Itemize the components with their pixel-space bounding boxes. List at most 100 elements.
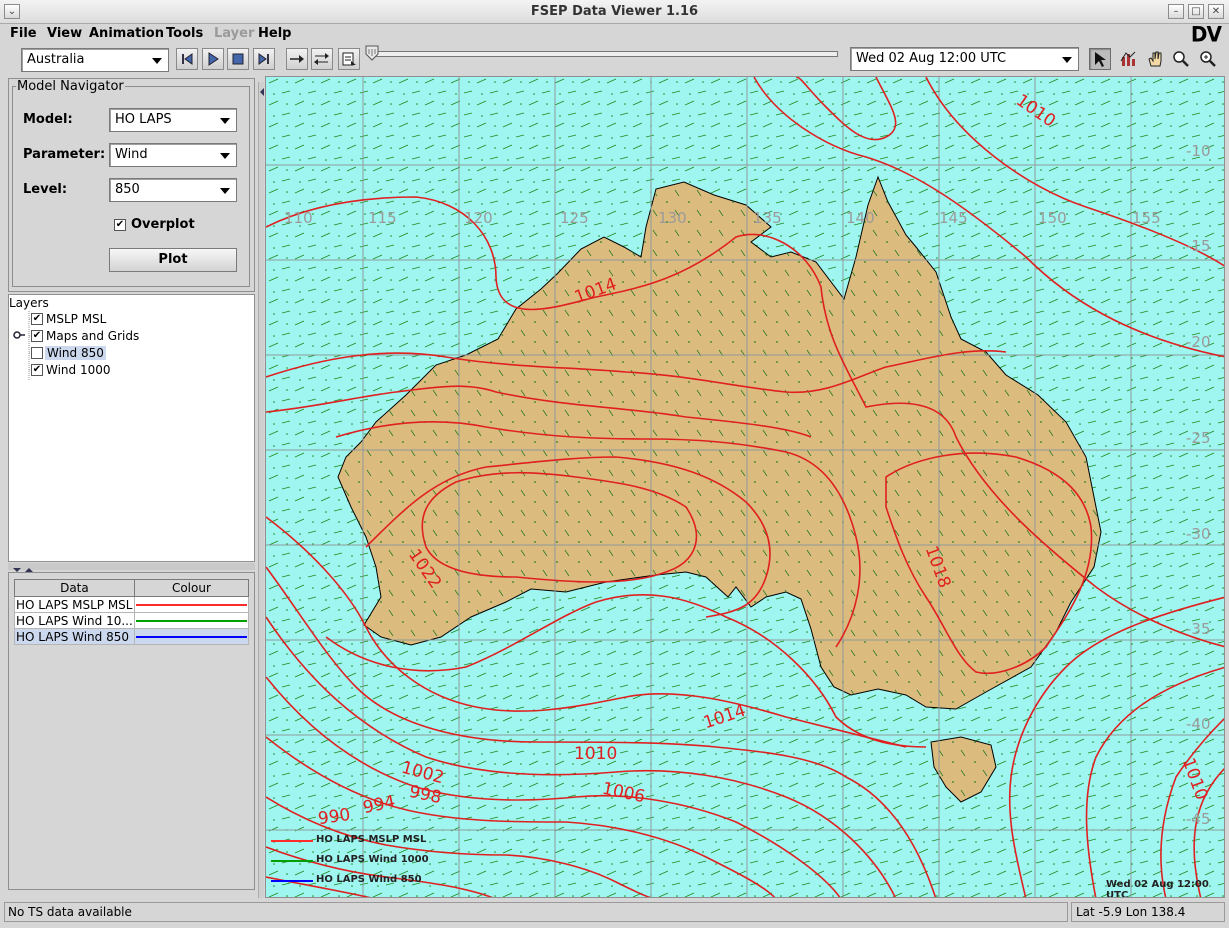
menu-layer: Layer (214, 26, 255, 41)
chevron-down-icon (1062, 57, 1072, 63)
minimize-icon[interactable]: – (1168, 4, 1184, 19)
step-forward-button[interactable] (253, 48, 275, 70)
step-back-button[interactable] (176, 48, 198, 70)
level-label: Level: (23, 182, 68, 197)
column-header-colour[interactable]: Colour (133, 579, 250, 597)
vertical-splitter[interactable] (258, 82, 264, 898)
layer-label-wind-1000[interactable]: Wind 1000 (46, 363, 111, 377)
menu-bar: File View Animation Tools Layer Help DV (0, 21, 1229, 47)
zoom-in-icon (1200, 51, 1216, 67)
lon-label: 115 (368, 209, 397, 227)
column-header-data[interactable]: Data (14, 579, 135, 597)
model-select[interactable]: HO LAPS (109, 108, 237, 132)
parameter-select-value: Wind (115, 147, 148, 162)
table-row[interactable]: HO LAPS Wind 850 (14, 628, 250, 645)
lon-label: 145 (939, 209, 968, 227)
model-navigator-panel: Model Navigator Model: HO LAPS Parameter… (8, 78, 255, 292)
table-row[interactable]: HO LAPS Wind 10... (14, 612, 250, 629)
maximize-icon[interactable]: □ (1188, 4, 1204, 19)
menu-help[interactable]: Help (258, 26, 291, 41)
menu-view[interactable]: View (47, 26, 82, 41)
status-bar: No TS data available Lat -5.9 Lon 138.4 (0, 900, 1229, 928)
animation-slider-thumb[interactable] (365, 45, 379, 61)
play-button[interactable] (202, 48, 224, 70)
data-name-cell: HO LAPS Wind 10... (14, 612, 135, 629)
model-label: Model: (23, 112, 73, 127)
chevron-down-icon (220, 118, 230, 124)
overplot-label: Overplot (131, 217, 195, 232)
model-select-value: HO LAPS (115, 112, 172, 127)
toolbar: Australia Wed 02 Aug 12:00 UTC (0, 44, 1229, 76)
layer-label-wind-850[interactable]: Wind 850 (45, 346, 106, 360)
layers-tree: Layers ✔ MSLP MSL ✔ Maps and Grids Wind … (8, 294, 255, 562)
loop-swap-button[interactable] (311, 48, 333, 70)
lon-label: 140 (846, 209, 875, 227)
layer-label-maps-grids[interactable]: Maps and Grids (46, 329, 139, 343)
chart-icon (1120, 51, 1136, 66)
lon-label: 125 (560, 209, 589, 227)
play-icon (208, 52, 219, 66)
layer-checkbox-wind-850[interactable] (31, 347, 43, 359)
lat-label: -40 (1186, 715, 1211, 733)
loop-forward-icon (290, 55, 304, 63)
chart-tool-button[interactable] (1117, 48, 1139, 70)
level-select-value: 850 (115, 182, 140, 197)
region-select[interactable]: Australia (21, 48, 169, 72)
layers-title: Layers (9, 296, 49, 310)
lat-label: -10 (1186, 142, 1211, 160)
datetime-select-value: Wed 02 Aug 12:00 UTC (856, 51, 1007, 66)
pointer-tool-button[interactable] (1089, 48, 1111, 70)
chevron-down-icon (152, 58, 162, 64)
parameter-label: Parameter: (23, 147, 106, 162)
zoom-in-tool-button[interactable] (1197, 48, 1219, 70)
animation-slider-track[interactable] (370, 51, 838, 57)
colour-swatch[interactable] (133, 596, 250, 613)
lat-label: -20 (1186, 333, 1211, 351)
dv-logo: DV (1190, 21, 1222, 47)
chevron-down-icon (220, 153, 230, 159)
colour-swatch[interactable] (133, 612, 250, 629)
lat-label: -35 (1186, 620, 1211, 638)
lon-label: 120 (464, 209, 493, 227)
lat-label: -25 (1186, 429, 1211, 447)
data-legend-panel: Data Colour HO LAPS MSLP MSL HO LAPS Win… (8, 572, 255, 890)
stop-button[interactable] (227, 48, 249, 70)
layer-checkbox-wind-1000[interactable]: ✔ (31, 364, 43, 376)
map-timestamp: Wed 02 Aug 12:00 UTC (1106, 879, 1209, 898)
lat-label: -15 (1186, 237, 1211, 255)
data-legend-table: Data Colour HO LAPS MSLP MSL HO LAPS Win… (14, 579, 250, 645)
zoom-out-tool-button[interactable] (1170, 48, 1192, 70)
horizontal-splitter[interactable] (8, 563, 255, 572)
lon-label: 135 (753, 209, 782, 227)
menu-tools[interactable]: Tools (166, 26, 203, 41)
tree-lines (28, 311, 35, 381)
frames-icon (342, 52, 356, 66)
parameter-select[interactable]: Wind (109, 143, 237, 167)
step-back-icon (182, 53, 193, 65)
table-row[interactable]: HO LAPS MSLP MSL (14, 596, 250, 613)
pointer-icon (1095, 52, 1106, 67)
title-bar: ⌄ FSEP Data Viewer 1.16 – □ ✕ (0, 0, 1229, 24)
model-navigator-title: Model Navigator (17, 79, 124, 94)
menu-animation[interactable]: Animation (89, 26, 164, 41)
close-icon[interactable]: ✕ (1208, 4, 1224, 19)
map-canvas[interactable]: 110 115 120 125 130 135 140 145 150 155 … (265, 76, 1225, 898)
status-message: No TS data available (4, 902, 1068, 922)
plot-button[interactable]: Plot (109, 248, 237, 272)
frames-button[interactable] (338, 48, 360, 70)
layer-checkbox-mslp[interactable]: ✔ (31, 313, 43, 325)
map-legend-label: HO LAPS MSLP MSL (316, 834, 427, 845)
layer-label-mslp[interactable]: MSLP MSL (46, 312, 106, 326)
loop-forward-button[interactable] (286, 48, 308, 70)
expand-key-icon[interactable] (12, 329, 26, 341)
layer-checkbox-maps-grids[interactable]: ✔ (31, 330, 43, 342)
pan-tool-button[interactable] (1144, 48, 1166, 70)
zoom-out-icon (1173, 51, 1189, 67)
colour-swatch[interactable] (133, 628, 250, 645)
overplot-checkbox[interactable]: ✔ (114, 219, 126, 231)
pan-hand-icon (1148, 51, 1162, 67)
chevron-down-icon (220, 188, 230, 194)
level-select[interactable]: 850 (109, 178, 237, 202)
datetime-select[interactable]: Wed 02 Aug 12:00 UTC (850, 47, 1079, 71)
menu-file[interactable]: File (10, 26, 37, 41)
